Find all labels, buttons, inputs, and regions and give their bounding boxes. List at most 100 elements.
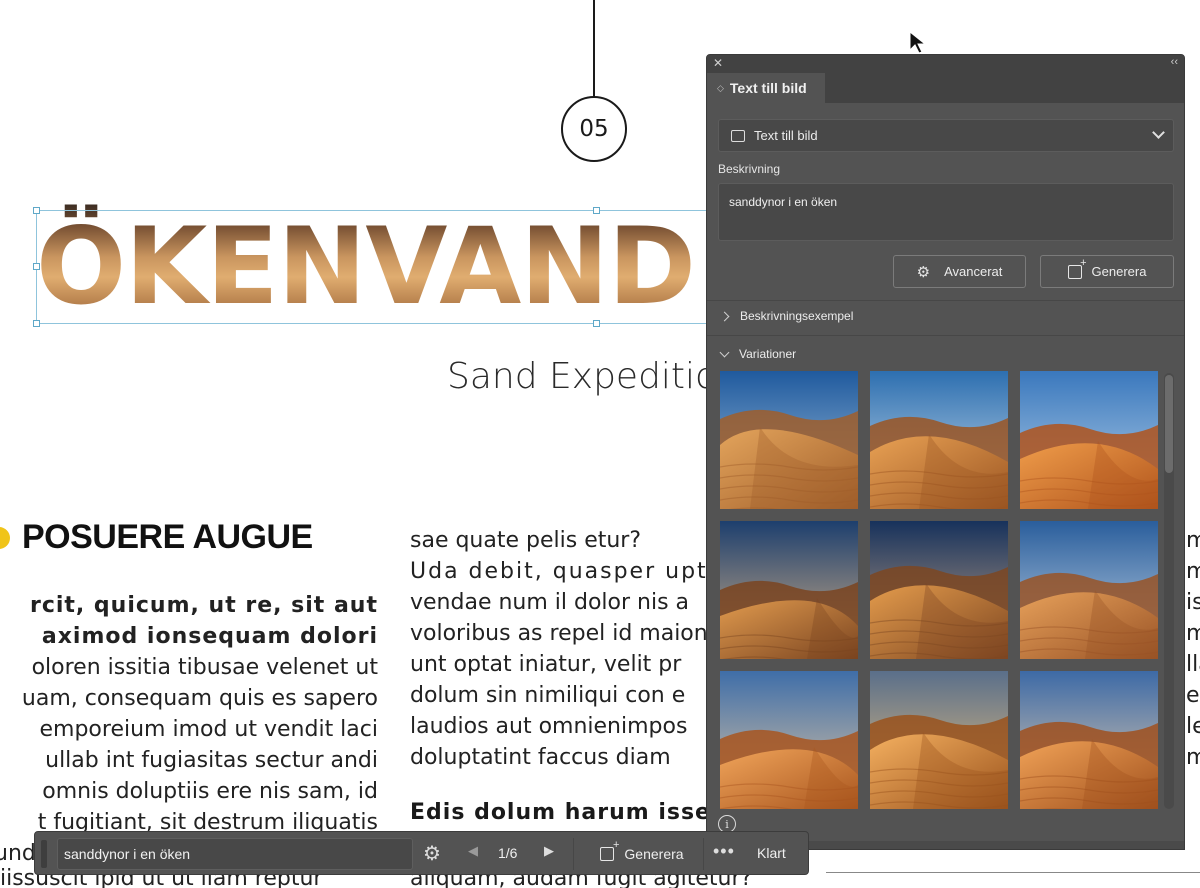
col2-line: laudios aut omnienimpos: [410, 714, 688, 739]
examples-section-toggle[interactable]: Beskrivningsexempel: [719, 309, 854, 323]
selection-handle-top-middle[interactable]: [593, 207, 600, 214]
dune-image: [720, 671, 858, 809]
dune-image: [1020, 671, 1158, 809]
examples-section-label: Beskrivningsexempel: [740, 309, 854, 323]
selection-handle-top-left[interactable]: [33, 207, 40, 214]
col1-line: emporeium imod ut vendit laci: [39, 717, 379, 742]
collapse-icon[interactable]: ‹‹: [1171, 56, 1178, 68]
heading-bullet-dot: [0, 527, 10, 549]
selection-handle-middle-left[interactable]: [33, 263, 40, 270]
variations-grid: [720, 371, 1158, 809]
separator: [703, 838, 704, 870]
variation-counter: 1/6: [498, 845, 518, 861]
variations-section-toggle[interactable]: Variationer: [719, 347, 797, 361]
done-button[interactable]: Klart: [757, 845, 786, 861]
variation-thumbnail[interactable]: [870, 371, 1008, 509]
tab-text-to-image[interactable]: ◇ Text till bild: [707, 73, 825, 103]
col2-line: unt optat iniatur, velit pr: [410, 652, 682, 677]
col2-line: dolum sin nimiliqui con e: [410, 683, 686, 708]
advanced-button-label: Avancerat: [944, 264, 1003, 279]
dune-image: [870, 671, 1008, 809]
variation-thumbnail[interactable]: [720, 371, 858, 509]
selection-frame[interactable]: [36, 210, 736, 324]
dune-image: [870, 371, 1008, 509]
text-to-image-icon: [731, 129, 745, 142]
dune-image: [1020, 371, 1158, 509]
mouse-cursor-icon: [909, 30, 927, 54]
taskbar-generate-label: Generera: [624, 846, 684, 862]
dune-image: [720, 521, 858, 659]
grip-icon: ◇: [717, 82, 724, 93]
description-label: Beskrivning: [718, 162, 781, 176]
panel-tab-bar: ◇ Text till bild: [707, 73, 1184, 103]
chevron-down-icon: [719, 347, 730, 357]
col3-line: m: [1186, 528, 1200, 553]
divider: [707, 335, 1184, 336]
col1-line: uam, consequam quis es sapero: [21, 686, 378, 711]
selection-handle-bottom-left[interactable]: [33, 320, 40, 327]
chevron-left-icon[interactable]: ◀: [468, 843, 478, 859]
gear-icon: ⚙: [916, 263, 931, 281]
col1-line: aximod ionsequam dolori: [41, 624, 378, 649]
prompt-input[interactable]: sanddynor i en öken: [57, 838, 413, 870]
separator: [573, 838, 574, 870]
generate-button-label: Generera: [1091, 264, 1147, 279]
mode-dropdown[interactable]: Text till bild: [718, 119, 1174, 152]
advanced-button[interactable]: ⚙ Avancerat: [893, 255, 1026, 288]
col3-line: le: [1186, 714, 1200, 739]
variations-section-label: Variationer: [739, 347, 797, 361]
col1-line: ullab int fugiasitas sectur andi: [45, 748, 378, 773]
col3-line: lla: [1186, 652, 1200, 677]
contextual-task-bar: sanddynor i en öken ⚙ ◀ 1/6 ▶ Generera •…: [34, 831, 809, 875]
col2-line: Uda debit, quasper upt: [410, 559, 708, 584]
body-column-2: sae quate pelis etur? Uda debit, quasper…: [410, 525, 710, 773]
variation-thumbnail[interactable]: [870, 521, 1008, 659]
divider: [707, 300, 1184, 301]
chevron-down-icon: [1152, 126, 1165, 139]
variation-thumbnail[interactable]: [1020, 671, 1158, 809]
body-column-3: m m is m lla es le m: [1186, 525, 1200, 773]
dune-image: [870, 521, 1008, 659]
col1-line: omnis doluptiis ere nis sam, id: [42, 779, 378, 804]
dune-image: [1020, 521, 1158, 659]
col2-line: doluptatint faccus diam: [410, 745, 671, 770]
scrollbar-thumb[interactable]: [1165, 375, 1173, 473]
section-heading: POSUERE AUGUE: [22, 518, 313, 556]
col3-line: m: [1186, 559, 1200, 584]
body-column-1: rcit, quicum, ut re, sit aut aximod ions…: [0, 590, 378, 869]
col2-line: sae quate pelis etur?: [410, 528, 642, 553]
taskbar-generate-button[interactable]: Generera: [587, 838, 697, 870]
variation-thumbnail[interactable]: [1020, 371, 1158, 509]
description-field[interactable]: sanddynor i en öken: [718, 183, 1174, 241]
chevron-right-icon[interactable]: ▶: [544, 843, 554, 859]
mode-dropdown-label: Text till bild: [754, 128, 818, 143]
more-options-icon[interactable]: •••: [713, 841, 735, 862]
chevron-right-icon: [719, 311, 730, 321]
col2-line: vendae num il dolor nis a: [410, 590, 690, 615]
selection-handle-bottom-middle[interactable]: [593, 320, 600, 327]
tab-label: Text till bild: [729, 80, 807, 96]
generate-button[interactable]: Generera: [1040, 255, 1174, 288]
variation-thumbnail[interactable]: [1020, 521, 1158, 659]
close-icon[interactable]: ✕: [713, 56, 723, 70]
col3-line: m: [1186, 745, 1200, 770]
col2-subheading: Edis dolum harum isse: [410, 800, 710, 825]
variations-scrollbar[interactable]: [1164, 373, 1174, 809]
generate-icon: [600, 839, 619, 861]
text-to-image-panel: ✕ ‹‹ ◇ Text till bild Text till bild Bes…: [706, 54, 1185, 850]
drag-handle[interactable]: [41, 840, 47, 868]
col1-line: rcit, quicum, ut re, sit aut: [29, 593, 378, 618]
col2-line: voloribus as repel id maion: [410, 621, 708, 646]
step-number-badge: 05: [561, 96, 627, 162]
variation-thumbnail[interactable]: [720, 671, 858, 809]
variation-thumbnail[interactable]: [870, 671, 1008, 809]
step-connector-line: [593, 0, 595, 97]
gear-icon[interactable]: ⚙: [423, 841, 441, 866]
panel-title-strip[interactable]: ✕ ‹‹: [707, 55, 1184, 73]
dune-image: [720, 371, 858, 509]
col3-line: m: [1186, 621, 1200, 646]
generate-icon: [1067, 257, 1087, 279]
subtitle: Sand Expeditior: [447, 356, 732, 397]
col3-line: es: [1186, 683, 1200, 708]
variation-thumbnail[interactable]: [720, 521, 858, 659]
